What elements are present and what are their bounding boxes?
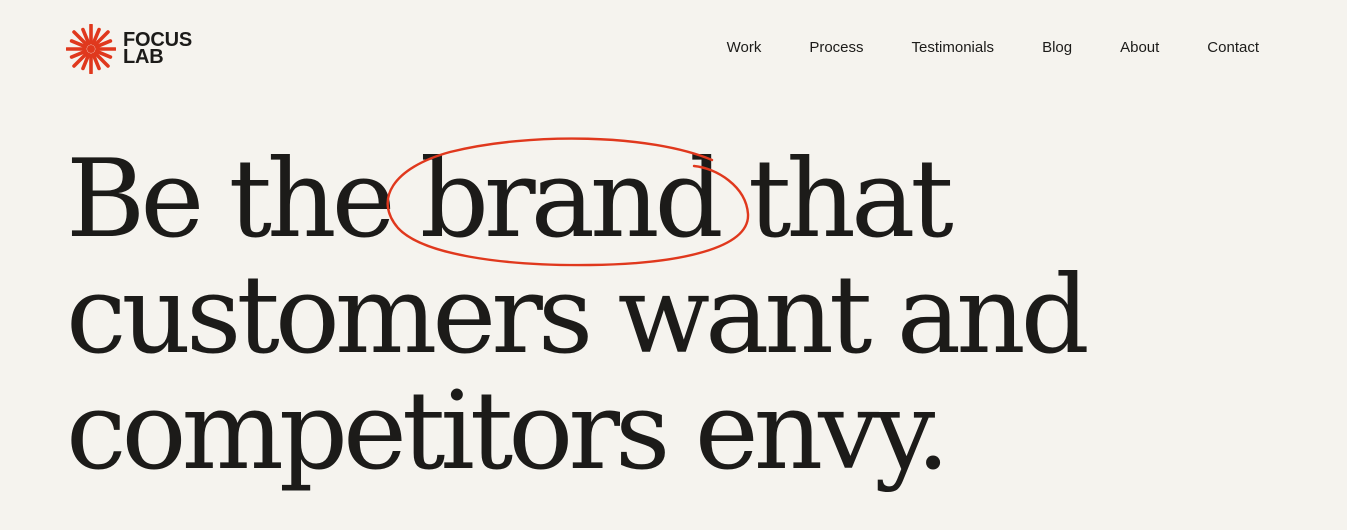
nav-link-about[interactable]: About	[1120, 38, 1159, 58]
logo-word-lab: LAB	[123, 46, 164, 68]
nav-link-work[interactable]: Work	[727, 38, 762, 58]
nav-link-blog[interactable]: Blog	[1042, 38, 1072, 58]
logo-link[interactable]: FOCUS LAB	[66, 24, 192, 74]
headline-text-be-the: Be the	[66, 137, 420, 262]
logo-wordmark: FOCUS LAB	[123, 30, 192, 68]
headline-line-3: competitors envy.	[66, 369, 950, 494]
nav-link-process[interactable]: Process	[809, 38, 863, 58]
nav-link-contact[interactable]: Contact	[1207, 38, 1259, 58]
site-header: FOCUS LAB Work Process Testimonials Blog…	[0, 0, 1347, 100]
headline-word-brand: brand	[419, 137, 724, 262]
headline-line-1: Be the brand that	[66, 137, 1246, 267]
hero-section: Be the brand that customers want and com…	[66, 137, 1246, 494]
nav-link-testimonials[interactable]: Testimonials	[912, 38, 995, 58]
headline-text-that: that	[718, 137, 954, 262]
main-nav: Work Process Testimonials Blog About Con…	[727, 38, 1259, 58]
starburst-icon	[66, 24, 116, 74]
headline-line-2: customers want and	[66, 253, 1090, 378]
circled-word: brand	[386, 137, 750, 267]
hero-headline: Be the brand that customers want and com…	[66, 137, 1246, 494]
